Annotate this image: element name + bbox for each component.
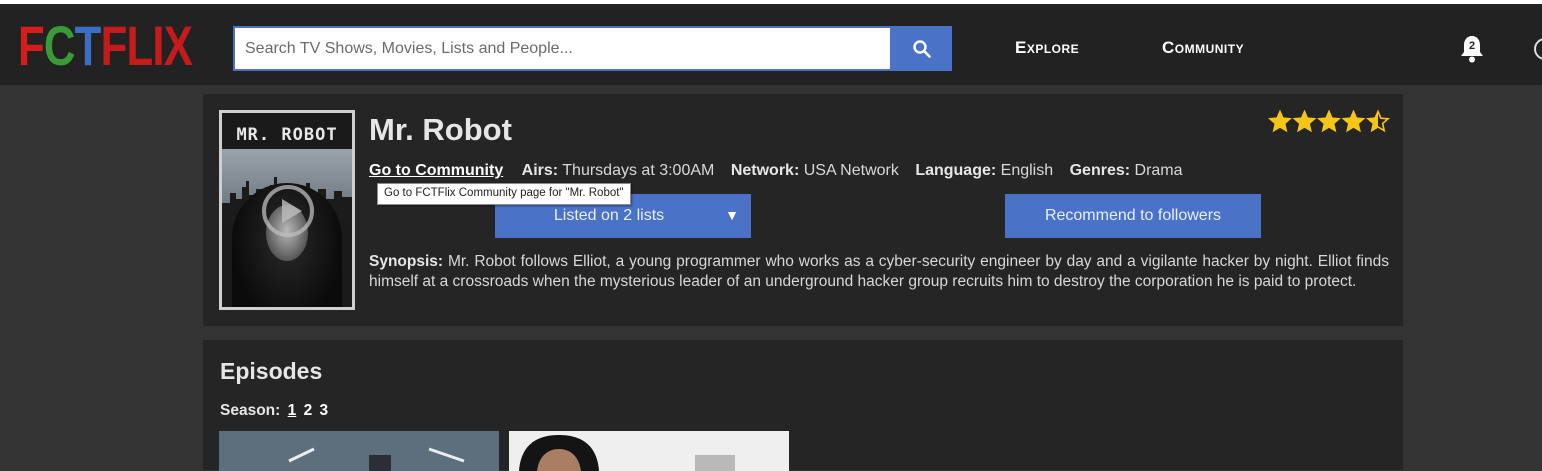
episode-thumbnail-image (219, 431, 499, 471)
show-meta: Go to Community Airs: Thursdays at 3:00A… (369, 162, 1195, 180)
episode-thumbnail[interactable] (509, 431, 789, 471)
star-icon[interactable] (1268, 110, 1292, 133)
nav-community[interactable]: Community (1162, 38, 1244, 58)
logo-letter: C (43, 14, 76, 77)
logo-letter: T (74, 14, 102, 77)
recommend-to-followers-button[interactable]: Recommend to followers (1005, 194, 1261, 238)
notification-count-badge: 2 (1468, 40, 1476, 52)
poster-title: MR. ROBOT (236, 125, 338, 145)
episode-thumbnail[interactable] (219, 431, 499, 471)
search-button[interactable] (891, 26, 952, 71)
episodes-panel: Episodes Season: 1 2 3 (203, 340, 1403, 471)
season-label: Season: (220, 402, 281, 419)
star-icon[interactable] (1366, 110, 1390, 133)
synopsis: Synopsis: Mr. Robot follows Elliot, a yo… (369, 252, 1389, 292)
community-tooltip: Go to FCTFlix Community page for "Mr. Ro… (377, 183, 631, 205)
fctflix-logo[interactable]: FCTFLIX (18, 14, 193, 77)
play-icon[interactable] (262, 185, 314, 237)
search-icon (912, 39, 931, 58)
star-rating[interactable] (1268, 110, 1390, 134)
logo-letter: F (100, 14, 128, 77)
season-selector: Season: 1 2 3 (220, 402, 328, 420)
logo-letter: L (126, 14, 154, 77)
network-info: Network: USA Network (730, 162, 899, 179)
logo-letter: X (163, 14, 193, 77)
synopsis-text: Mr. Robot follows Elliot, a young progra… (369, 253, 1389, 290)
star-icon[interactable] (1341, 110, 1366, 133)
show-poster[interactable]: MR. ROBOT (219, 110, 355, 310)
synopsis-label: Synopsis: (369, 253, 444, 270)
logo-letter: F (18, 14, 45, 77)
caret-down-icon: ▼ (725, 207, 739, 223)
navbar: FCTFLIX Explore Community 2 (0, 4, 1542, 85)
star-icon[interactable] (1317, 110, 1341, 133)
lists-button-label: Listed on 2 lists (553, 207, 665, 224)
search-input[interactable] (233, 26, 892, 71)
star-icon[interactable] (1292, 110, 1317, 133)
episodes-heading: Episodes (220, 358, 323, 384)
language-info: Language: English (915, 162, 1054, 179)
season-link-1[interactable]: 1 (288, 402, 297, 419)
season-link-2[interactable]: 2 (304, 402, 313, 419)
nav-explore[interactable]: Explore (1015, 38, 1079, 58)
show-details-panel: MR. ROBOT Mr. Robot Go to Community Airs… (203, 94, 1403, 326)
go-to-community-link[interactable]: Go to Community (369, 162, 503, 179)
recommend-button-label: Recommend to followers (1044, 207, 1222, 224)
season-link-3[interactable]: 3 (320, 402, 329, 419)
genres-info: Genres: Drama (1069, 162, 1183, 179)
notifications-button[interactable]: 2 (1458, 34, 1486, 64)
airs-info: Airs: Thursdays at 3:00AM (521, 162, 715, 179)
show-title: Mr. Robot (369, 112, 512, 147)
logo-letter: I (152, 14, 164, 77)
episode-thumbnail-image (509, 431, 789, 471)
avatar[interactable] (1534, 38, 1542, 60)
